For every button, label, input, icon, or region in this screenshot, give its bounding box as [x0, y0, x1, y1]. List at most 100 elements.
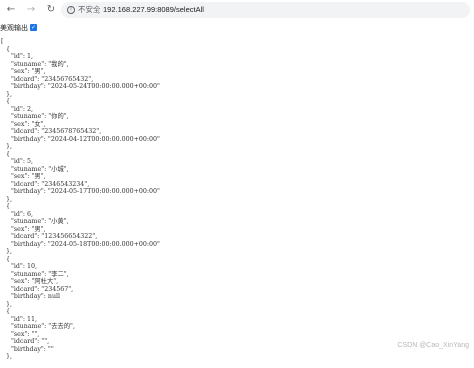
- json-object-open: {: [1, 46, 160, 54]
- json-key: "idcard":: [11, 76, 41, 83]
- json-key: "idcard":: [11, 286, 41, 293]
- json-key: "sex":: [11, 68, 31, 75]
- json-key: "stuname":: [11, 166, 48, 173]
- json-field-idcard: "idcard": "2345678765432",: [1, 128, 160, 136]
- json-field-id: "id": 10,: [1, 263, 160, 271]
- back-arrow-icon[interactable]: ←: [4, 3, 18, 17]
- json-object-open: {: [1, 256, 160, 264]
- json-value: 1: [27, 53, 31, 60]
- json-key: "birthday":: [11, 346, 48, 353]
- json-field-idcard: "idcard": "",: [1, 338, 160, 346]
- json-value: 小黄: [51, 218, 64, 225]
- json-field-id: "id": 5,: [1, 158, 160, 166]
- json-field-birthday: "birthday": "": [1, 346, 160, 354]
- json-key: "birthday":: [11, 293, 48, 300]
- json-field-stuname: "stuname": "我的",: [1, 61, 160, 69]
- json-field-stuname: "stuname": "小城",: [1, 166, 160, 174]
- json-key: "stuname":: [11, 271, 48, 278]
- json-value: 你的: [51, 113, 64, 120]
- json-value: 2024-05-24T00:00:00.000+00:00: [51, 83, 157, 90]
- json-key: "idcard":: [11, 338, 41, 345]
- json-field-birthday: "birthday": "2024-05-24T00:00:00.000+00:…: [1, 83, 160, 91]
- reload-icon[interactable]: ↻: [44, 3, 58, 17]
- json-field-sex: "sex": "男",: [1, 173, 160, 181]
- json-field-sex: "sex": "男",: [1, 68, 160, 76]
- json-key: "sex":: [11, 226, 31, 233]
- json-value: 6: [27, 211, 31, 218]
- json-key: "birthday":: [11, 136, 48, 143]
- json-value: 2: [27, 106, 31, 113]
- json-key: "sex":: [11, 173, 31, 180]
- json-key: "idcard":: [11, 128, 41, 135]
- json-object-open: {: [1, 151, 160, 159]
- json-value: 2345678765432: [44, 128, 96, 135]
- json-field-id: "id": 1,: [1, 53, 160, 61]
- json-object-close: },: [1, 143, 160, 151]
- json-field-id: "id": 2,: [1, 106, 160, 114]
- json-key: "id":: [11, 211, 27, 218]
- json-field-stuname: "stuname": "小黄",: [1, 218, 160, 226]
- json-object-close: },: [1, 248, 160, 256]
- url-text[interactable]: 192.168.227.99:8089/selectAll: [103, 2, 204, 18]
- json-value: 小城: [51, 166, 64, 173]
- json-value: 11: [27, 316, 35, 323]
- json-field-idcard: "idcard": "234567",: [1, 286, 160, 294]
- json-field-stuname: "stuname": "李二",: [1, 271, 160, 279]
- json-field-idcard: "idcard": "123456654322",: [1, 233, 160, 241]
- json-value: 男: [34, 226, 40, 233]
- json-field-sex: "sex": "阿杜大",: [1, 278, 160, 286]
- json-key: "id":: [11, 316, 27, 323]
- json-close-bracket: [1, 361, 160, 368]
- json-object-close: },: [1, 301, 160, 309]
- address-bar[interactable]: ! 不安全 192.168.227.99:8089/selectAll: [61, 2, 470, 18]
- pretty-print-checkbox[interactable]: ✓: [30, 24, 37, 31]
- json-value: 2024-04-12T00:00:00.000+00:00: [51, 136, 157, 143]
- pretty-print-toggle[interactable]: 美观输出✓: [0, 22, 37, 34]
- json-field-birthday: "birthday": "2024-05-18T00:00:00.000+00:…: [1, 241, 160, 249]
- json-key: "id":: [11, 106, 27, 113]
- json-value: null: [48, 293, 60, 300]
- json-value: 23456765432: [44, 76, 88, 83]
- json-field-stuname: "stuname": "去去的",: [1, 323, 160, 331]
- json-key: "sex":: [11, 278, 31, 285]
- json-object-open: {: [1, 98, 160, 106]
- json-value: 阿杜大: [34, 278, 53, 285]
- json-field-sex: "sex": "女",: [1, 121, 160, 129]
- json-value: 2024-05-18T00:00:00.000+00:00: [51, 241, 157, 248]
- json-viewer: [{"id": 1,"stuname": "我的","sex": "男","id…: [1, 38, 160, 368]
- json-key: "idcard":: [11, 233, 41, 240]
- json-key: "idcard":: [11, 181, 41, 188]
- json-key: "stuname":: [11, 61, 48, 68]
- json-value: 2024-05-17T00:00:00.000+00:00: [51, 188, 157, 195]
- json-field-birthday: "birthday": "2024-05-17T00:00:00.000+00:…: [1, 188, 160, 196]
- json-key: "birthday":: [11, 241, 48, 248]
- json-value: 234567: [44, 286, 68, 293]
- json-key: "id":: [11, 263, 27, 270]
- json-value: 我的: [51, 61, 64, 68]
- json-key: "birthday":: [11, 188, 48, 195]
- json-key: "sex":: [11, 121, 31, 128]
- json-key: "stuname":: [11, 323, 48, 330]
- json-object-open: {: [1, 203, 160, 211]
- forward-arrow-icon[interactable]: →: [24, 3, 38, 17]
- json-field-sex: "sex": "",: [1, 331, 160, 339]
- warning-icon[interactable]: !: [67, 6, 75, 14]
- json-object-open: {: [1, 308, 160, 316]
- json-object-close: },: [1, 196, 160, 204]
- json-key: "birthday":: [11, 83, 48, 90]
- browser-toolbar: ← → ↻ ! 不安全 192.168.227.99:8089/selectAl…: [0, 0, 474, 20]
- pretty-print-label: 美观输出: [0, 22, 28, 34]
- json-value: 男: [34, 173, 40, 180]
- json-value: 2346543234: [44, 181, 84, 188]
- json-key: "id":: [11, 53, 27, 60]
- json-object-close: },: [1, 91, 160, 99]
- json-key: "stuname":: [11, 218, 48, 225]
- json-key: "id":: [11, 158, 27, 165]
- watermark: CSDN @Cao_XinYang: [397, 342, 469, 349]
- json-field-sex: "sex": "男",: [1, 226, 160, 234]
- json-key: "sex":: [11, 331, 31, 338]
- json-open-bracket: [: [1, 38, 160, 46]
- json-value: 李二: [51, 271, 64, 278]
- json-value: 男: [34, 68, 40, 75]
- json-field-idcard: "idcard": "23456765432",: [1, 76, 160, 84]
